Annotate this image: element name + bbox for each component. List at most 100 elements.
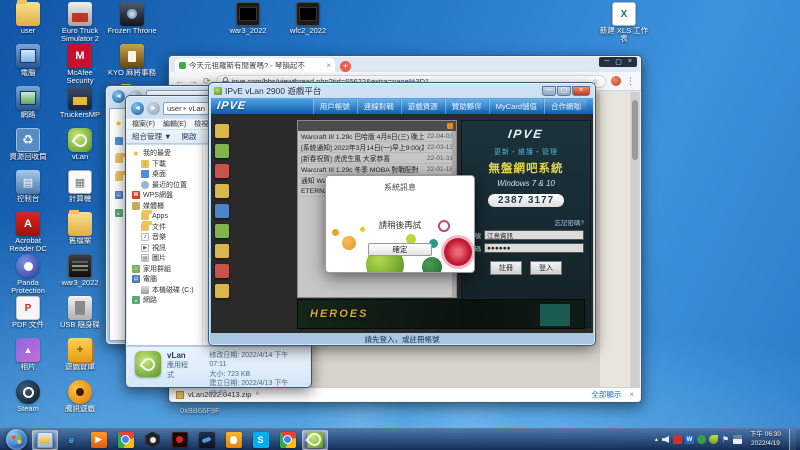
desktop-icon[interactable]: 騰訊遊戲 xyxy=(54,380,106,422)
desktop-icon[interactable]: 遊戲倉庫 xyxy=(54,338,106,380)
menu-sponsor[interactable]: 贊助夥伴 xyxy=(445,99,488,114)
game-banner[interactable]: HEROES xyxy=(297,299,585,329)
back-button[interactable]: ◄ xyxy=(131,102,144,115)
desktop-icon[interactable]: 計算機 xyxy=(54,170,106,212)
desktop-icon[interactable]: 資源回收筒 xyxy=(2,128,54,170)
menu-partner-cafe[interactable]: 合作網咖 xyxy=(544,99,587,114)
tray-icon[interactable] xyxy=(697,435,706,444)
tray-icon[interactable] xyxy=(721,435,730,444)
explorer-sidebar-item[interactable]: 我的最愛 xyxy=(127,148,202,159)
password-input[interactable] xyxy=(484,243,584,253)
explorer-sidebar-item[interactable]: Apps xyxy=(127,211,202,222)
desktop-icon[interactable]: Acrobat Reader DC xyxy=(2,212,54,254)
game-shortcut-icon[interactable] xyxy=(215,184,229,198)
explorer-sidebar-item[interactable]: 視訊 xyxy=(127,243,202,254)
news-item[interactable]: Warcraft III 1.29c 巴哈版 4月6日(三) 晚上9:00 22… xyxy=(298,131,456,142)
desktop-icon[interactable]: McAfee Security xyxy=(54,44,106,86)
taskbar-button[interactable] xyxy=(275,430,301,450)
register-button[interactable]: 註冊 xyxy=(490,261,522,275)
news-item[interactable]: Warcraft III 1.29c 冬季 MOBA 對戰配對 22-01-18 xyxy=(298,164,456,175)
taskbar-button[interactable] xyxy=(59,430,85,450)
taskbar-button[interactable] xyxy=(248,430,274,450)
taskbar-button[interactable] xyxy=(86,430,112,450)
desktop-icon[interactable]: war3_2022 xyxy=(222,2,274,44)
open-button[interactable]: 開啟 xyxy=(182,131,197,142)
desktop-icon[interactable]: 網路 xyxy=(2,86,54,128)
account-input[interactable] xyxy=(484,230,584,240)
explorer-sidebar-item[interactable]: 音樂 xyxy=(127,232,202,243)
login-button[interactable]: 登入 xyxy=(530,261,562,275)
menu-file[interactable]: 檔案(F) xyxy=(132,119,155,129)
start-button[interactable] xyxy=(6,429,27,450)
explorer-sidebar-item[interactable]: 文件 xyxy=(127,222,202,233)
taskbar-button[interactable] xyxy=(140,430,166,450)
desktop-icon-xls[interactable]: 新建 XLS 工作表 xyxy=(598,2,650,44)
download-bar-close-icon[interactable]: × xyxy=(629,390,634,399)
game-shortcut-icon[interactable] xyxy=(215,244,229,258)
close-button[interactable]: × xyxy=(572,86,590,96)
scrollbar-thumb[interactable] xyxy=(632,100,638,160)
menu-game-resources[interactable]: 遊戲資源 xyxy=(401,99,444,114)
desktop-icon[interactable]: Steam xyxy=(2,380,54,422)
breadcrumb-root[interactable]: user xyxy=(167,104,182,113)
menu-online-battle[interactable]: 連線對戰 xyxy=(357,99,400,114)
news-item[interactable]: [新春祝賀] 虎虎生風 大家恭喜 22-01-31 xyxy=(298,153,456,164)
taskbar-button[interactable] xyxy=(32,430,58,450)
browser-scrollbar[interactable] xyxy=(631,92,639,387)
organize-button[interactable]: 組合管理 ▼ xyxy=(132,131,172,142)
tray-icon[interactable] xyxy=(673,435,682,444)
game-shortcut-icon[interactable] xyxy=(215,204,229,218)
show-desktop-button[interactable] xyxy=(789,429,796,450)
desktop-icon[interactable]: Panda Protection xyxy=(2,254,54,296)
close-icon[interactable]: × xyxy=(628,58,632,66)
tray-icon[interactable] xyxy=(661,435,670,444)
explorer-sidebar-item[interactable]: 桌面 xyxy=(127,169,202,180)
taskbar-button[interactable] xyxy=(221,430,247,450)
menu-edit[interactable]: 編輯(E) xyxy=(163,119,186,129)
game-shortcut-icon[interactable] xyxy=(215,264,229,278)
show-hidden-icons-arrow[interactable]: ▴ xyxy=(655,436,658,443)
desktop-icon[interactable]: vLan xyxy=(54,128,106,170)
desktop-icon[interactable]: user xyxy=(2,2,54,44)
desktop-icon[interactable]: 舊檔案 xyxy=(54,212,106,254)
game-shortcut-icon[interactable] xyxy=(215,124,229,138)
taskbar-button[interactable] xyxy=(167,430,193,450)
desktop-icon[interactable]: KYO 麻將事務 xyxy=(106,44,158,86)
game-shortcut-icon[interactable] xyxy=(215,284,229,298)
game-shortcut-icon[interactable] xyxy=(215,224,229,238)
new-tab-button[interactable]: + xyxy=(340,61,351,72)
taskbar-button[interactable] xyxy=(302,430,328,450)
menu-mycard-topup[interactable]: MyCard儲值 xyxy=(489,99,543,114)
forward-button[interactable]: ► xyxy=(147,102,160,115)
game-shortcut-icon[interactable] xyxy=(215,144,229,158)
taskbar-clock[interactable]: 下午 06:30 2022/4/19 xyxy=(745,431,786,447)
maximize-button[interactable]: ▢ xyxy=(557,86,571,96)
desktop-icon[interactable]: PDF 文件 xyxy=(2,296,54,338)
explorer-sidebar-item[interactable]: 下載 xyxy=(127,159,202,170)
tray-icon[interactable] xyxy=(685,435,694,444)
explorer-sidebar-item[interactable]: 本機磁碟 (C:) xyxy=(127,285,202,296)
explorer-sidebar-item[interactable]: 媒體櫃 xyxy=(127,201,202,212)
download-chevron-icon[interactable]: ˄ xyxy=(255,391,259,398)
minimize-button[interactable]: ─ xyxy=(542,86,556,96)
taskbar-button[interactable] xyxy=(113,430,139,450)
desktop-icon[interactable]: 控制台 xyxy=(2,170,54,212)
forgot-password-link[interactable]: 忘記密碼? xyxy=(468,217,584,227)
minimize-icon[interactable]: ─ xyxy=(604,58,609,66)
explorer-sidebar-item[interactable]: 最近的位置 xyxy=(127,180,202,191)
desktop-icon[interactable]: Frozen Throne xyxy=(106,2,158,44)
explorer-sidebar-item[interactable]: 網路 xyxy=(127,295,202,306)
profile-avatar[interactable] xyxy=(611,76,621,86)
tab-close-icon[interactable]: × xyxy=(326,61,331,70)
explorer-sidebar-item[interactable]: 圖片 xyxy=(127,253,202,264)
explorer-sidebar-item[interactable]: 電腦 xyxy=(127,274,202,285)
game-shortcut-icon[interactable] xyxy=(215,164,229,178)
desktop-icon[interactable]: wfc2_2022 xyxy=(282,2,334,44)
show-all-downloads-button[interactable]: 全部顯示 xyxy=(591,389,621,400)
desktop-icon[interactable]: TruckersMP xyxy=(54,86,106,128)
taskbar-button[interactable] xyxy=(194,430,220,450)
desktop-icon[interactable]: USB 隨身碟 xyxy=(54,296,106,338)
desktop-icon[interactable]: 相片 xyxy=(2,338,54,380)
news-item[interactable]: [系統通知] 2022年3月14日(一)早上9:00(為止) 22-03-13 xyxy=(298,142,456,153)
browser-menu-icon[interactable]: ⋮ xyxy=(626,76,635,87)
